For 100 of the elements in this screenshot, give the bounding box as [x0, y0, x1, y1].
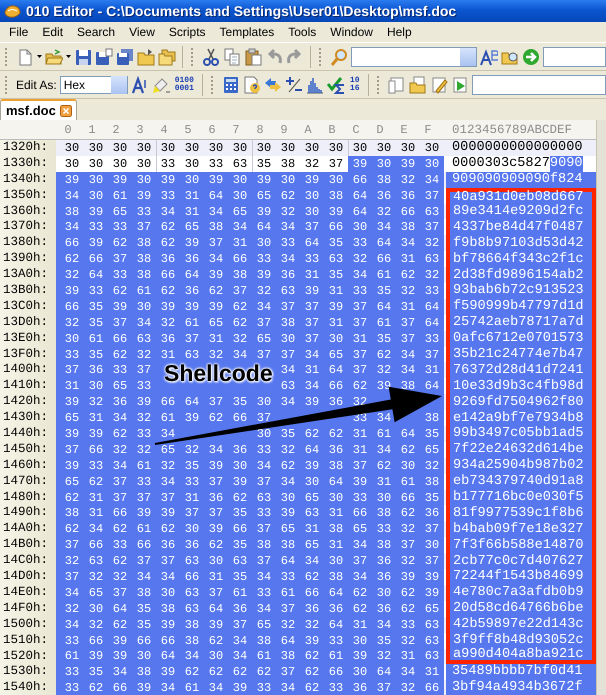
folders-icon[interactable] [158, 48, 176, 66]
selected-ascii-text: 76372d28d41d7241 [453, 364, 584, 376]
selected-ascii-text: 40a931d0eb08d667 [453, 192, 584, 204]
app-icon[interactable] [4, 3, 21, 19]
run-script-icon[interactable] [450, 76, 468, 94]
menu-item[interactable]: Scripts [162, 25, 213, 39]
row-offset: 13C0h: [0, 298, 56, 315]
column-header: 9 [279, 122, 289, 136]
selected-hex-bytes: 39 39 62 33 34 30 35 62 62 31 61 64 35 [56, 426, 444, 442]
selected-ascii-text: 35b21c24774e7b47 [453, 349, 584, 360]
input-field[interactable] [472, 74, 606, 94]
menu-item[interactable]: Help [380, 25, 419, 39]
close-icon[interactable] [60, 104, 72, 116]
highlighter-icon[interactable] [152, 76, 170, 94]
column-header: 1 [87, 122, 97, 136]
input-field[interactable] [543, 46, 606, 66]
text-style-icon[interactable] [480, 48, 498, 66]
selected-ascii-text: 81f9977539c1f8b6 [453, 508, 584, 519]
selected-hex-bytes: 37 66 33 66 36 36 62 35 38 38 65 31 34 38 37 30 [56, 537, 444, 554]
row-offset: 14D0h: [0, 569, 56, 585]
column-header: 2 [111, 122, 121, 136]
row-offset: 13F0h: [0, 346, 56, 362]
row-offset: 1360h: [0, 204, 56, 220]
column-header: 7 [231, 122, 241, 136]
calculator-icon[interactable] [222, 76, 240, 94]
menu-item[interactable]: Templates [212, 25, 282, 39]
edit-as-dropdown[interactable]: Hex [60, 76, 128, 94]
script-folder-icon[interactable] [408, 76, 426, 94]
selected-ascii-text: 0afc6712e0701573 [453, 333, 584, 344]
selected-ascii-text: 9090 [550, 156, 583, 172]
column-header: 6 [207, 122, 217, 136]
histogram-icon[interactable] [306, 76, 324, 94]
column-header: 0 [63, 122, 73, 136]
script-icon[interactable] [388, 76, 406, 94]
selected-ascii-text: 2d38fd9896154ab2 [453, 270, 584, 281]
scissors-icon[interactable] [202, 48, 220, 66]
search-combobox[interactable] [351, 46, 477, 66]
dropdown-caret-icon[interactable] [66, 55, 71, 58]
row-offset: 1430h: [0, 410, 56, 426]
copy-icon[interactable] [223, 48, 241, 66]
selected-hex-bytes: 66 35 39 30 39 39 39 62 34 37 37 39 37 64 31 64 [56, 298, 444, 315]
save-as-icon[interactable] [95, 48, 113, 66]
binary-icon[interactable]: 0100 0001 [172, 76, 196, 92]
selected-hex-bytes: 33 35 34 38 39 62 62 62 62 37 62 66 30 64 34 31 [56, 664, 444, 680]
menu-item[interactable]: Edit [35, 25, 70, 39]
go-icon[interactable] [522, 48, 540, 66]
menu-item[interactable]: File [2, 25, 36, 39]
selected-hex-bytes: 62 31 37 37 37 31 36 62 63 30 65 30 33 30 66 35 [56, 490, 444, 506]
save-all-icon[interactable] [116, 48, 134, 66]
selected-hex-bytes: 39 30 39 30 39 30 39 30 39 30 39 30 66 38 32 34 [56, 172, 444, 188]
save-icon[interactable] [74, 48, 92, 66]
swap-icon[interactable] [264, 76, 282, 94]
row-offset: 1480h: [0, 490, 56, 506]
row-offset: 1420h: [0, 394, 56, 410]
column-header: A [303, 122, 313, 136]
selected-hex-bytes: 37 66 32 32 65 32 34 36 33 32 64 36 31 34 62 65 [56, 442, 444, 458]
selected-hex-bytes: 34 30 61 39 33 31 64 30 65 62 30 38 64 36 36 37 [56, 188, 444, 204]
selected-hex-bytes: 33 35 62 32 31 63 32 34 37 37 34 65 37 62 34 37 [56, 346, 444, 362]
selected-hex-bytes: 37 32 32 34 34 66 31 35 34 33 62 38 34 36 39 39 [56, 569, 444, 585]
font-icon[interactable] [130, 76, 149, 94]
window-title: 010 Editor - C:\Documents and Settings\User01\Desktop\msf.doc [26, 3, 456, 19]
row-offset: 1350h: [0, 188, 56, 204]
script-edit-icon[interactable] [430, 76, 448, 94]
menu-item[interactable]: Window [323, 25, 380, 39]
row-offset: 1410h: [0, 378, 56, 394]
selected-hex-bytes: 33 62 66 39 34 61 34 39 33 34 62 33 36 37 32 66 [56, 680, 444, 695]
folder-icon[interactable] [137, 48, 155, 66]
base-converter-icon[interactable]: 10 16 [348, 76, 362, 92]
dropdown-caret-icon[interactable] [37, 55, 42, 58]
ascii-text: 0000303c5827 [452, 156, 550, 172]
row-offset: 14A0h: [0, 521, 56, 538]
row-offset: 1380h: [0, 235, 56, 252]
paste-icon[interactable] [244, 48, 262, 66]
file-tab[interactable]: msf.doc [0, 99, 77, 120]
selected-ascii-text: 2cb77c0c7d407627 [453, 556, 584, 567]
menu-item[interactable]: Search [70, 25, 122, 39]
selected-ascii-text: 25742aeb78717a7d [453, 317, 584, 328]
selected-ascii-text: e142a9bf7e7934b8 [453, 412, 584, 424]
row-offset: 1530h: [0, 664, 56, 680]
checksum-icon[interactable] [326, 76, 345, 94]
selected-hex-bytes: 38 39 65 33 34 31 34 65 39 32 30 39 64 32 66 63 [56, 204, 444, 220]
menu-item[interactable]: View [122, 25, 162, 39]
hex-bytes: 30 30 30 30 33 30 33 63 35 38 32 37 [64, 156, 344, 172]
selected-hex-bytes: 30 61 66 63 36 37 31 32 65 30 37 30 31 35 37 33 [56, 330, 444, 347]
text-column-header: 0123456789ABCDEF [452, 122, 572, 136]
help-document-icon[interactable] [242, 76, 261, 94]
selected-ascii-text: 7f3f66b588e14870 [453, 540, 584, 551]
column-header: D [375, 122, 385, 136]
selected-ascii-text: 4337be84d47f0487 [453, 222, 584, 233]
search-icon[interactable] [330, 48, 348, 66]
row-offset: 1450h: [0, 442, 56, 458]
selected-hex-bytes: 39 33 62 61 62 36 62 37 32 63 39 31 33 35 32 33 [56, 283, 444, 299]
menu-item[interactable]: Tools [281, 25, 324, 39]
plus-minus-icon[interactable] [284, 76, 303, 94]
selected-hex-bytes: 66 39 62 38 62 39 37 31 30 33 64 35 33 64 34 32 [56, 235, 444, 252]
column-header: 8 [255, 122, 265, 136]
scrollbar[interactable] [596, 120, 606, 695]
row-offset: 1490h: [0, 505, 56, 522]
selected-ascii-text: b177716bc0e030f5 [453, 492, 584, 504]
selected-hex-bytes: 39 30 39 30 [348, 156, 444, 172]
